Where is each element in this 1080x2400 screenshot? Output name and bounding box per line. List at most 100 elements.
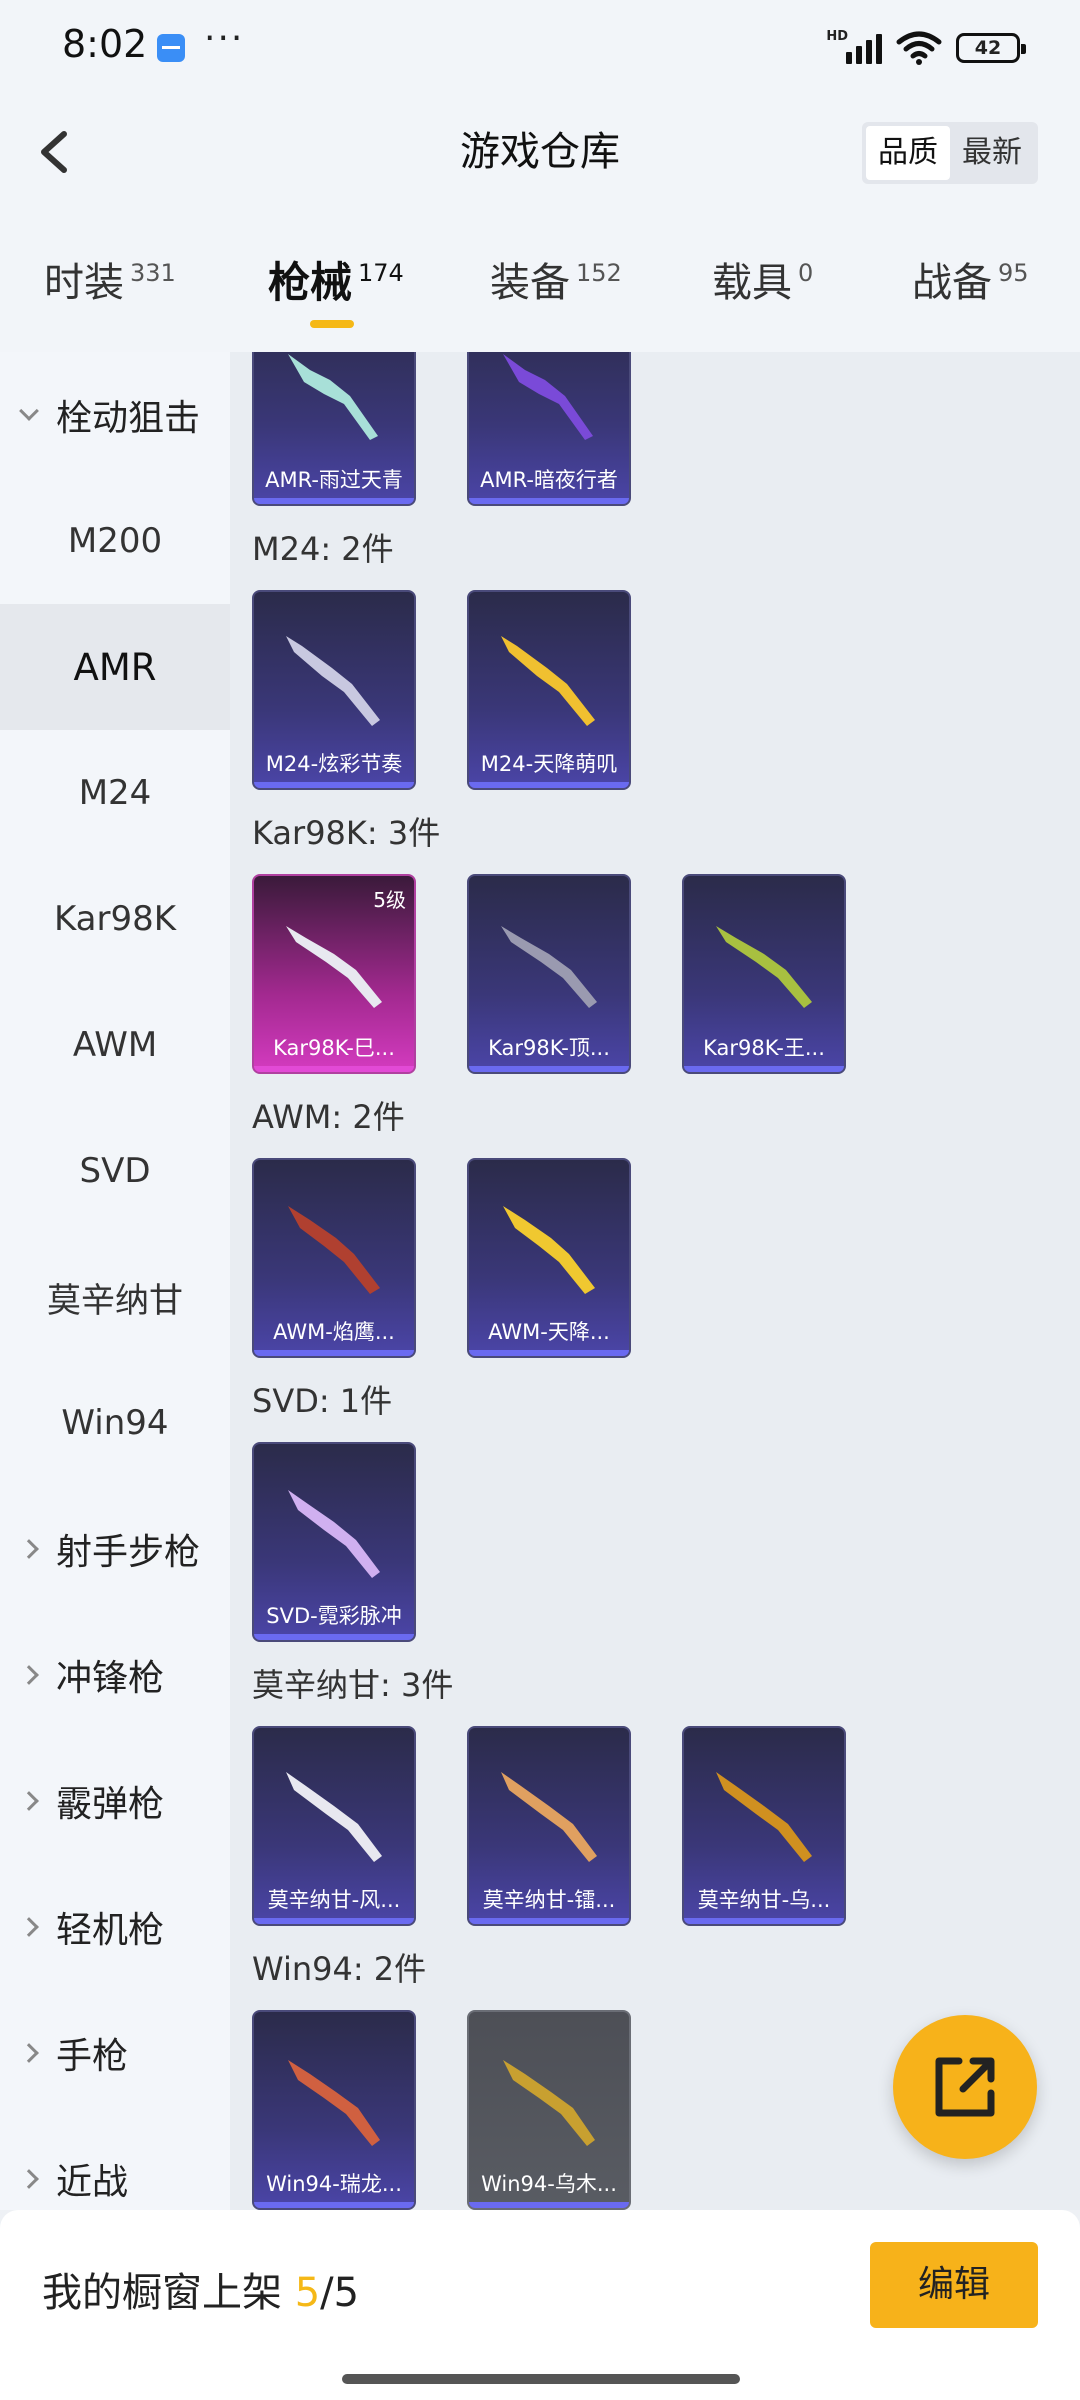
tab-count: 152 <box>576 259 622 287</box>
sidebar-item-label: Win94 <box>61 1403 169 1443</box>
skin-card[interactable]: 莫辛纳甘-风... <box>252 1726 416 1926</box>
skin-card[interactable]: AWM-焰鹰... <box>252 1158 416 1358</box>
sidebar-item-mosin[interactable]: 莫辛纳甘 <box>0 1234 230 1360</box>
edit-button[interactable]: 编辑 <box>870 2242 1038 2328</box>
sidebar-item-svd[interactable]: SVD <box>0 1108 230 1234</box>
rifle-skin-icon <box>501 1772 597 1862</box>
tab-label: 枪械 <box>268 258 353 307</box>
rifle-skin-icon <box>716 926 812 1008</box>
battery-level: 42 <box>974 37 1002 59</box>
rifle-skin-icon <box>286 926 382 1008</box>
bottom-bar: 我的橱窗上架 5/5 编辑 <box>0 2210 1080 2400</box>
skin-card[interactable]: Kar98K-王... <box>682 874 846 1074</box>
skin-card[interactable]: M24-炫彩节奏 <box>252 590 416 790</box>
chevron-right-icon <box>19 1791 39 1811</box>
sidebar-item-kar98k[interactable]: Kar98K <box>0 856 230 982</box>
sidebar-category-bolt-action[interactable]: 栓动狙击 <box>0 352 230 478</box>
sidebar-item-win94[interactable]: Win94 <box>0 1360 230 1486</box>
sidebar-category-pistol[interactable]: 手枪 <box>0 1990 230 2116</box>
sidebar-category-marksman[interactable]: 射手步枪 <box>0 1486 230 1612</box>
skin-name: SVD-霓彩脉冲 <box>266 1604 402 1628</box>
sort-quality-button[interactable]: 品质 <box>866 126 950 180</box>
skin-card[interactable]: Win94-瑞龙... <box>252 2010 416 2210</box>
sidebar-category-label: 近战 <box>56 2162 129 2203</box>
sidebar-item-amr[interactable]: AMR <box>0 604 230 730</box>
skin-card[interactable]: 5级 Kar98K-巳... <box>252 874 416 1074</box>
group-label-win94: Win94: 2件 <box>252 1950 427 1988</box>
skin-name: Win94-瑞龙... <box>266 2172 402 2196</box>
skin-card[interactable]: M24-天降萌叽 <box>467 590 631 790</box>
sidebar-item-label: SVD <box>79 1151 151 1191</box>
tab-fashion[interactable]: 时装 331 <box>44 258 176 308</box>
sidebar-category-shotgun[interactable]: 霰弹枪 <box>0 1738 230 1864</box>
sidebar-item-label: M200 <box>67 521 163 561</box>
hd-label: HD <box>826 28 848 44</box>
sidebar-item-m24[interactable]: M24 <box>0 730 230 856</box>
battery-icon: 42 <box>956 33 1026 63</box>
weapon-skin-list: AMR-雨过天青 AMR-暗夜行者 M24: 2件 M24-炫彩节奏 M24-天… <box>230 352 1080 2210</box>
skin-name: 莫辛纳甘-乌... <box>697 1888 831 1912</box>
skin-card[interactable]: SVD-霓彩脉冲 <box>252 1442 416 1642</box>
sidebar-category-smg[interactable]: 冲锋枪 <box>0 1612 230 1738</box>
signal-icon <box>846 32 882 64</box>
more-notifications-icon: ··· <box>204 18 245 59</box>
tab-label: 时装 <box>44 260 124 306</box>
sort-latest-button[interactable]: 最新 <box>950 126 1034 180</box>
tab-firearms[interactable]: 枪械 174 <box>268 258 404 308</box>
sort-toggle: 品质 最新 <box>862 122 1038 184</box>
group-label-m24: M24: 2件 <box>252 530 394 568</box>
skin-card[interactable]: 莫辛纳甘-乌... <box>682 1726 846 1926</box>
skin-card[interactable]: AMR-暗夜行者 <box>467 352 631 506</box>
group-label-awm: AWM: 2件 <box>252 1098 405 1136</box>
skin-name: AMR-暗夜行者 <box>480 468 618 492</box>
notification-app-icon <box>157 34 185 62</box>
status-right: HD 42 <box>826 28 1026 68</box>
skin-name: Kar98K-顶... <box>488 1036 610 1060</box>
chevron-right-icon <box>19 2169 39 2189</box>
sidebar-item-m200[interactable]: M200 <box>0 478 230 604</box>
sidebar-item-label: AWM <box>72 1025 158 1065</box>
chevron-right-icon <box>19 2043 39 2063</box>
sidebar-category-label: 冲锋枪 <box>56 1658 165 1699</box>
tab-tactical[interactable]: 战备 95 <box>912 258 1029 308</box>
showcase-label: 我的橱窗上架 <box>42 2270 282 2316</box>
sidebar-category-lmg[interactable]: 轻机枪 <box>0 1864 230 1990</box>
skin-name: M24-炫彩节奏 <box>265 752 403 776</box>
rifle-skin-icon <box>288 354 378 440</box>
skin-card[interactable]: Win94-乌木... <box>467 2010 631 2210</box>
skin-card[interactable]: 莫辛纳甘-镭... <box>467 1726 631 1926</box>
sidebar-item-label: M24 <box>78 773 152 813</box>
sidebar-category-label: 轻机枪 <box>56 1910 165 1951</box>
group-label-svd: SVD: 1件 <box>252 1382 393 1420</box>
tab-label: 装备 <box>490 260 570 306</box>
tab-vehicles[interactable]: 载具 0 <box>712 258 813 308</box>
tab-count: 0 <box>798 259 814 287</box>
skin-card[interactable]: Kar98K-顶... <box>467 874 631 1074</box>
chevron-right-icon <box>19 1539 39 1559</box>
skin-name: Kar98K-王... <box>703 1036 825 1060</box>
wifi-icon <box>896 31 942 65</box>
rifle-skin-icon <box>503 354 593 440</box>
skin-card[interactable]: AWM-天降... <box>467 1158 631 1358</box>
rifle-skin-icon <box>503 2060 595 2146</box>
tab-equipment[interactable]: 装备 152 <box>490 258 622 308</box>
rifle-skin-icon <box>288 2060 380 2146</box>
group-label-kar98k: Kar98K: 3件 <box>252 814 441 852</box>
rifle-skin-icon <box>286 1772 382 1862</box>
rifle-skin-icon <box>288 1206 380 1294</box>
skin-name: AWM-焰鹰... <box>273 1320 395 1344</box>
sidebar-category-label: 手枪 <box>56 2036 129 2077</box>
sidebar-item-awm[interactable]: AWM <box>0 982 230 1108</box>
share-external-icon <box>935 2057 995 2117</box>
skin-card[interactable]: AMR-雨过天青 <box>252 352 416 506</box>
home-indicator[interactable] <box>342 2374 740 2384</box>
rifle-skin-icon <box>503 1206 595 1294</box>
rifle-skin-icon <box>501 636 595 726</box>
rifle-skin-icon <box>288 1490 380 1578</box>
group-label-mosin: 莫辛纳甘: 3件 <box>252 1666 454 1704</box>
share-button[interactable] <box>893 2015 1037 2159</box>
tab-count: 174 <box>358 259 404 287</box>
active-tab-indicator <box>310 320 354 328</box>
chevron-down-icon <box>19 401 39 421</box>
sidebar-category-label: 霰弹枪 <box>56 1784 165 1825</box>
